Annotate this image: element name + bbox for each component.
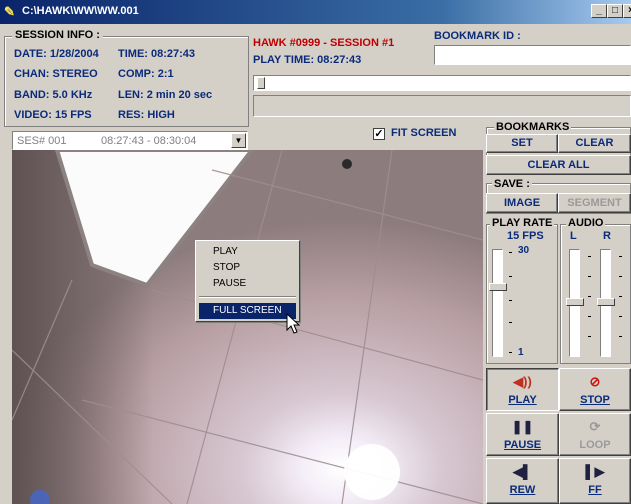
video-frame [12,150,483,504]
stop-label: STOP [580,394,610,406]
audio-tick [619,276,622,277]
save-heading: SAVE : [492,178,532,190]
audio-tick [588,316,591,317]
play-button[interactable]: ◀)) PLAY [486,368,559,411]
audio-left-label: L [570,230,577,242]
loop-icon: ⟳ [589,419,601,434]
session-title: HAWK #0999 - SESSION #1 [253,37,395,49]
app-icon: ✎ [4,4,15,19]
menu-item-full-screen[interactable]: FULL SCREEN [199,303,296,319]
bookmark-set-button[interactable]: SET [486,134,558,153]
fast-forward-icon: ▌▶ [585,464,605,479]
audio-tick [588,256,591,257]
audio-tick [619,316,622,317]
progress-bar [253,95,631,117]
title-bar[interactable]: ✎ C:\HAWK\WW\WW.001 _ □ × [0,0,631,24]
play-label: PLAY [508,394,537,406]
close-button[interactable]: × [623,4,631,18]
play-rate-track[interactable] [492,249,503,357]
save-image-button[interactable]: IMAGE [486,193,558,213]
session-chan: CHAN: STEREO [14,68,98,80]
bookmark-clear-button[interactable]: CLEAR [558,134,631,153]
fast-forward-button[interactable]: ▌▶ FF [559,458,631,504]
play-rate-heading: PLAY RATE [490,217,555,229]
menu-item-pause[interactable]: PAUSE [199,276,296,292]
save-segment-button[interactable]: SEGMENT [558,193,631,213]
mouse-cursor-icon [286,313,301,334]
application-window: ✎ C:\HAWK\WW\WW.001 _ □ × SESSION INFO :… [0,0,631,504]
audio-tick [619,336,622,337]
play-rate-tick [509,276,512,277]
video-display[interactable] [12,150,483,504]
session-res: RES: HIGH [118,109,175,121]
menu-item-play[interactable]: PLAY [199,244,296,260]
session-date: DATE: 1/28/2004 [14,48,99,60]
stop-button[interactable]: ⊘ STOP [559,368,631,411]
session-comp: COMP: 2:1 [118,68,174,80]
rewind-icon: ◀▌ [512,464,533,479]
timeline-thumb[interactable] [257,77,265,89]
rewind-button[interactable]: ◀▌ REW [486,458,559,504]
pause-icon: ❚❚ [511,419,534,434]
stop-icon: ⊘ [589,374,601,389]
play-rate-tick [509,252,512,253]
chevron-down-icon[interactable]: ▼ [231,133,246,148]
audio-tick [588,296,591,297]
play-rate-max: 30 [518,245,530,256]
audio-right-thumb[interactable] [597,298,615,306]
pause-button[interactable]: ❚❚ PAUSE [486,413,559,456]
session-select[interactable]: SES# 001 08:27:43 - 08:30:04 ▼ [12,131,248,150]
menu-separator [199,296,296,298]
maximize-button[interactable]: □ [607,4,623,18]
play-rate-value: 15 FPS [507,230,544,242]
rewind-label: REW [509,484,536,496]
bookmark-clear-all-button[interactable]: CLEAR ALL [486,155,631,175]
bookmark-id-label: BOOKMARK ID : [434,30,521,42]
play-rate-tick [509,300,512,301]
minimize-button[interactable]: _ [591,4,607,18]
fit-screen-label: FIT SCREEN [391,127,457,139]
timeline-track[interactable] [253,75,631,91]
audio-heading: AUDIO [566,217,606,229]
audio-tick [588,276,591,277]
audio-tick [619,296,622,297]
pause-label: PAUSE [503,439,542,451]
play-rate-thumb[interactable] [489,283,507,291]
window-title: C:\HAWK\WW\WW.001 [22,5,139,17]
session-video: VIDEO: 15 FPS [14,109,92,121]
audio-tick [619,256,622,257]
play-rate-tick [509,352,512,353]
session-time: TIME: 08:27:43 [118,48,196,60]
audio-right-label: R [603,230,611,242]
play-rate-min: 1 [518,347,524,358]
context-menu: PLAY STOP PAUSE FULL SCREEN [195,240,300,322]
bookmark-id-field[interactable] [434,45,631,65]
bookmarks-heading: BOOKMARKS [494,121,572,133]
play-rate-tick [509,322,512,323]
play-time: PLAY TIME: 08:27:43 [253,54,362,66]
session-select-range: 08:27:43 - 08:30:04 [101,135,197,147]
session-info-heading: SESSION INFO : [12,29,103,41]
session-select-id: SES# 001 [17,135,67,147]
loop-button[interactable]: ⟳ LOOP [559,413,631,456]
speaker-icon: ◀)) [513,374,532,389]
audio-left-thumb[interactable] [566,298,584,306]
audio-tick [588,336,591,337]
loop-label: LOOP [579,439,611,451]
fast-forward-label: FF [588,484,602,496]
session-band: BAND: 5.0 KHz [14,89,93,101]
menu-item-stop[interactable]: STOP [199,260,296,276]
fit-screen-checkbox[interactable]: ✓ [373,128,385,140]
session-len: LEN: 2 min 20 sec [118,89,213,101]
